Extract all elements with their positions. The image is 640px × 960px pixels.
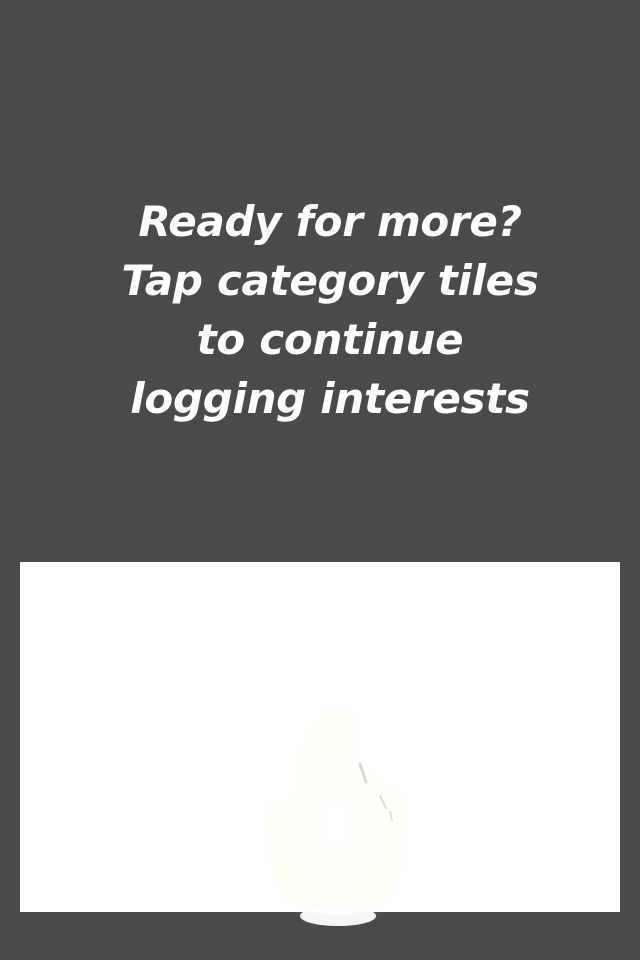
pointing-hand-icon [269,709,403,926]
tutorial-message-line-2: Tap category tiles [121,256,539,305]
tutorial-message-line-3: to continue [196,315,464,364]
tutorial-message-line-4: logging interests [130,374,530,423]
tutorial-message: Ready for more? Tap category tiles to co… [40,192,620,428]
tutorial-message-line-1: Ready for more? [138,197,522,246]
